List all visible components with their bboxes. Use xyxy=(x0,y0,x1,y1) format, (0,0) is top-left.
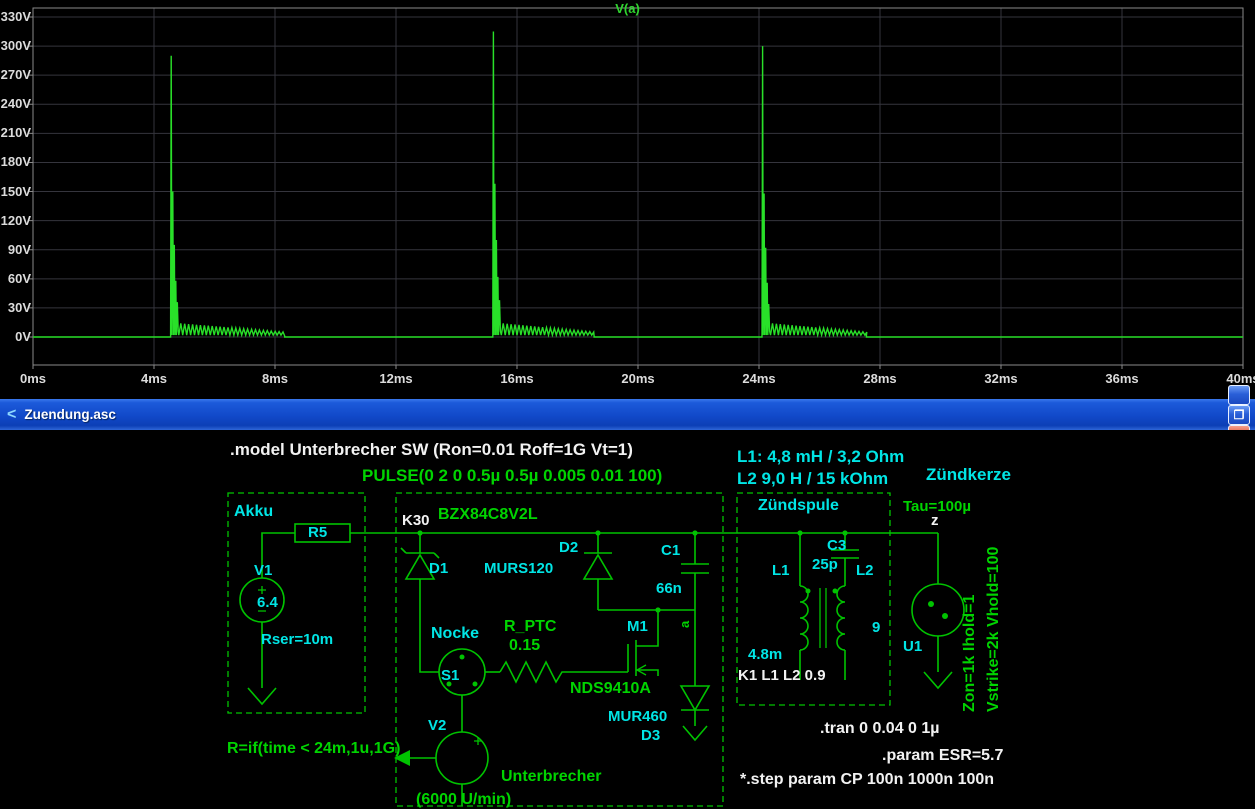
y-axis-tick: 0V xyxy=(0,329,31,344)
schematic-label-z-net[interactable]: z xyxy=(931,513,939,529)
schematic-label-v1-ref[interactable]: V1 xyxy=(254,563,272,579)
schematic-label-r5-ref[interactable]: R5 xyxy=(308,525,327,541)
x-axis-tick: 24ms xyxy=(729,371,789,386)
schematic-label-s1-ref[interactable]: S1 xyxy=(441,668,459,684)
x-axis-tick: 20ms xyxy=(608,371,668,386)
schematic-label-rif-directive[interactable]: R=if(time < 24m,1u,1G) xyxy=(227,741,400,758)
schematic-label-rptc-ref[interactable]: R_PTC xyxy=(504,619,556,636)
schematic-label-l2-value[interactable]: 9 xyxy=(872,620,880,636)
schematic-label-k30-net[interactable]: K30 xyxy=(402,513,430,529)
schematic-label-c3-value[interactable]: 25p xyxy=(812,557,838,573)
y-axis-tick: 270V xyxy=(0,67,31,82)
window-titlebar[interactable]: < Zuendung.asc _ ❐ ✕ xyxy=(0,399,1255,430)
maximize-glyph: ❐ xyxy=(1234,409,1245,421)
y-axis-tick: 240V xyxy=(0,96,31,111)
schematic-label-d1-ref[interactable]: D1 xyxy=(429,561,448,577)
schematic-label-step-directive[interactable]: *.step param CP 100n 1000n 100n xyxy=(740,772,994,789)
schematic-label-rpm-caption[interactable]: (6000 U/min) xyxy=(416,792,511,809)
minimize-button[interactable]: _ xyxy=(1228,385,1250,405)
y-axis-tick: 60V xyxy=(0,271,31,286)
maximize-button[interactable]: ❐ xyxy=(1228,405,1250,425)
x-axis-tick: 28ms xyxy=(850,371,910,386)
y-axis-tick: 150V xyxy=(0,184,31,199)
window-title: Zuendung.asc xyxy=(24,407,1225,422)
schematic-label-l1-value[interactable]: 4.8m xyxy=(748,647,782,663)
minimize-glyph: _ xyxy=(1236,393,1243,405)
schematic-label-d3-ref[interactable]: D3 xyxy=(641,728,660,744)
schematic-label-c3-ref[interactable]: C3 xyxy=(827,538,846,554)
y-axis-tick: 90V xyxy=(0,242,31,257)
plot-trace-title[interactable]: V(a) xyxy=(0,1,1255,16)
x-axis-tick: 4ms xyxy=(124,371,184,386)
schematic-label-d2-value[interactable]: MURS120 xyxy=(484,561,553,577)
schematic-label-tran-directive[interactable]: .tran 0 0.04 0 1µ xyxy=(820,721,940,738)
y-axis-tick: 300V xyxy=(0,38,31,53)
schematic-label-l1-info[interactable]: L1: 4,8 mH / 3,2 Ohm xyxy=(737,448,904,466)
schematic-label-unterbrecher-caption[interactable]: Unterbrecher xyxy=(501,769,601,786)
window-icon: < xyxy=(7,406,16,424)
x-axis-tick: 8ms xyxy=(245,371,305,386)
schematic-label-l1-ref[interactable]: L1 xyxy=(772,563,790,579)
schematic-label-c1-ref[interactable]: C1 xyxy=(661,543,680,559)
schematic-label-u1-ref[interactable]: U1 xyxy=(903,639,922,655)
schematic-label-bzx-value[interactable]: BZX84C8V2L xyxy=(438,507,538,524)
schematic-label-zuendspule-caption[interactable]: Zündspule xyxy=(758,498,839,515)
schematic-label-v1-value[interactable]: 6.4 xyxy=(257,595,278,611)
y-axis-tick: 330V xyxy=(0,9,31,24)
schematic-label-l2-info[interactable]: L2 9,0 H / 15 kOhm xyxy=(737,470,888,488)
schematic-label-rptc-value[interactable]: 0.15 xyxy=(509,638,540,655)
schematic-label-u1-zon[interactable]: Zon=1k Ihold=1 xyxy=(962,595,979,712)
schematic-label-l2-ref[interactable]: L2 xyxy=(856,563,874,579)
schematic-label-c1-value[interactable]: 66n xyxy=(656,581,682,597)
schematic-label-v1-rser[interactable]: Rser=10m xyxy=(261,632,333,648)
schematic-label-param-directive[interactable]: .param ESR=5.7 xyxy=(882,748,1003,765)
schematic-label-nocke-caption[interactable]: Nocke xyxy=(431,626,479,643)
schematic-label-m1-ref[interactable]: M1 xyxy=(627,619,648,635)
schematic-label-model-directive[interactable]: .model Unterbrecher SW (Ron=0.01 Roff=1G… xyxy=(230,441,633,459)
schematic-label-u1-vstrike[interactable]: Vstrike=2k Vhold=100 xyxy=(986,547,1003,712)
schematic-label-akku-caption[interactable]: Akku xyxy=(234,504,273,521)
schematic-label-v2-ref[interactable]: V2 xyxy=(428,718,446,734)
y-axis-tick: 180V xyxy=(0,154,31,169)
schematic-label-d3-value[interactable]: MUR460 xyxy=(608,709,667,725)
plot-grid xyxy=(33,8,1243,365)
schematic-label-d2-ref[interactable]: D2 xyxy=(559,540,578,556)
schematic-label-a-net[interactable]: a xyxy=(678,621,692,628)
y-axis-tick: 30V xyxy=(0,300,31,315)
x-axis-tick: 36ms xyxy=(1092,371,1152,386)
waveform-plot-pane[interactable]: V(a) 330V 300V 270V 240V 210V 180V 150V 120V 90V… xyxy=(0,0,1255,399)
plot-ticks-marks xyxy=(29,17,1243,369)
x-axis-tick: 32ms xyxy=(971,371,1031,386)
y-axis-tick: 210V xyxy=(0,125,31,140)
plot-canvas xyxy=(0,0,1255,399)
schematic-label-zuendkerze-caption[interactable]: Zündkerze xyxy=(926,466,1011,484)
schematic-pane[interactable]: .model Unterbrecher SW (Ron=0.01 Roff=1G… xyxy=(0,430,1255,809)
y-axis-tick: 120V xyxy=(0,213,31,228)
x-axis-tick: 0ms xyxy=(3,371,63,386)
x-axis-tick: 16ms xyxy=(487,371,547,386)
schematic-label-pulse-directive[interactable]: PULSE(0 2 0 0.5µ 0.5µ 0.005 0.01 100) xyxy=(362,467,662,485)
x-axis-tick: 12ms xyxy=(366,371,426,386)
schematic-label-m1-value[interactable]: NDS9410A xyxy=(570,681,651,698)
schematic-label-k1-directive[interactable]: K1 L1 L2 0.9 xyxy=(738,668,826,684)
